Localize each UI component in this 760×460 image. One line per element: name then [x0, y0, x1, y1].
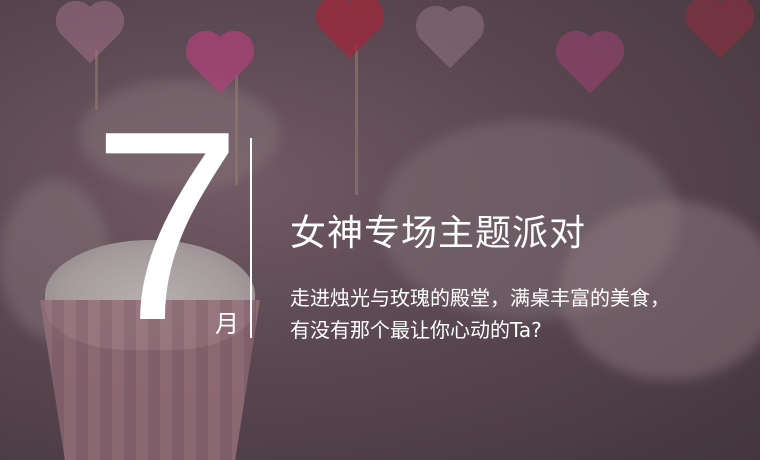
- event-description: 走进烛光与玫瑰的殿堂，满桌丰富的美食， 有没有那个最让你心动的Ta?: [290, 282, 750, 346]
- event-title: 女神专场主题派对: [290, 213, 587, 254]
- date-number: 7: [92, 76, 242, 377]
- vertical-divider: [250, 138, 252, 338]
- description-line: 走进烛光与玫瑰的殿堂，满桌丰富的美食，: [290, 286, 670, 310]
- event-banner: 7 月 女神专场主题派对 走进烛光与玫瑰的殿堂，满桌丰富的美食， 有没有那个最让…: [0, 0, 760, 460]
- description-line: 有没有那个最让你心动的Ta?: [290, 318, 542, 342]
- date-month: 月: [215, 310, 239, 338]
